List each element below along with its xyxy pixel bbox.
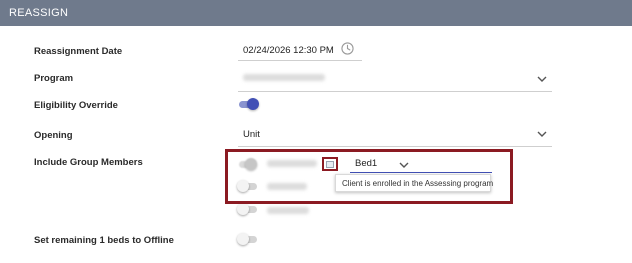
reassignment-date-input[interactable]: 02/24/2026 12:30 PM: [243, 45, 334, 56]
group-member-name-3-blurred: [267, 207, 309, 214]
chevron-down-icon[interactable]: [537, 130, 547, 138]
opening-value: Unit: [243, 129, 260, 140]
toggle-knob: [237, 233, 249, 245]
include-group-members-label: Include Group Members: [34, 157, 143, 168]
toggle-knob: [237, 203, 249, 215]
chevron-down-icon[interactable]: [537, 75, 547, 83]
set-offline-toggle[interactable]: [237, 233, 259, 245]
dialog-header: REASSIGN: [0, 0, 632, 26]
clock-icon[interactable]: [341, 42, 354, 55]
program-label: Program: [34, 73, 74, 84]
program-value-blurred: [243, 74, 325, 81]
reassignment-date-underline: [238, 60, 362, 61]
highlight-annotation: [225, 149, 513, 204]
set-offline-label: Set remaining 1 beds to Offline: [34, 235, 174, 246]
opening-label: Opening: [34, 130, 73, 141]
reassignment-date-label: Reassignment Date: [34, 46, 123, 57]
eligibility-override-label: Eligibility Override: [34, 100, 118, 111]
dialog-title: REASSIGN: [9, 7, 69, 19]
eligibility-override-toggle[interactable]: [237, 98, 259, 110]
group-member-toggle-3[interactable]: [237, 203, 259, 215]
toggle-knob: [247, 98, 259, 110]
opening-underline: [238, 146, 552, 147]
program-underline: [238, 91, 552, 92]
